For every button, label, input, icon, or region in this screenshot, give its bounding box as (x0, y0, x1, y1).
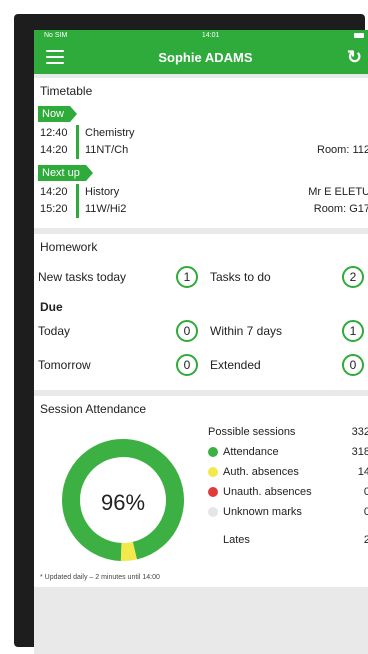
app-screen: No SIM 14:01 Sophie ADAMS ↻ Timetable No… (34, 30, 368, 654)
due-tomorrow-item[interactable]: Tomorrow 0 (38, 354, 204, 376)
attendance-percent: 96% (101, 490, 145, 515)
app-header: Sophie ADAMS ↻ (34, 40, 368, 74)
unknown-legend-dot (208, 507, 218, 517)
due-heading: Due (40, 300, 63, 314)
attendance-value: 318 (351, 446, 368, 458)
attendance-row: Attendance 318 (208, 442, 368, 462)
due-today-item[interactable]: Today 0 (38, 320, 204, 342)
auth-legend-dot (208, 467, 218, 477)
tasks-to-do-count: 2 (342, 266, 364, 288)
attendance-card[interactable]: Session Attendance 96% Possible sessions… (34, 396, 368, 587)
lates-value: 2 (363, 534, 368, 546)
auth-absences-row: Auth. absences 14 (208, 462, 368, 482)
lesson-start-time: 12:40 (40, 127, 68, 139)
homework-title: Homework (40, 240, 98, 254)
due-within-7-days-count: 1 (342, 320, 364, 342)
new-tasks-item[interactable]: New tasks today 1 (38, 266, 204, 288)
lates-row: Lates 2 (208, 530, 368, 550)
due-today-count: 0 (176, 320, 198, 342)
unauth-absences-label: Unauth. absences (223, 486, 312, 498)
new-tasks-count: 1 (176, 266, 198, 288)
timetable-card[interactable]: Timetable Now 12:40 14:20 Chemistry 11NT… (34, 78, 368, 228)
menu-icon[interactable] (46, 50, 64, 64)
lesson-group: 11W/Hi2 (85, 203, 127, 215)
donut-svg: 96% (62, 439, 184, 561)
extended-label: Extended (210, 358, 261, 372)
due-tomorrow-label: Tomorrow (38, 358, 91, 372)
tasks-to-do-item[interactable]: Tasks to do 2 (204, 266, 368, 288)
due-today-label: Today (38, 324, 71, 338)
possible-sessions-row: Possible sessions 332 (208, 422, 368, 442)
unauth-absences-value: 0 (363, 486, 368, 498)
timetable-title: Timetable (40, 84, 93, 98)
carrier-label: No SIM (44, 31, 68, 39)
homework-card[interactable]: Homework New tasks today 1 Tasks to do 2… (34, 234, 368, 390)
student-name: Sophie ADAMS (158, 49, 253, 65)
lesson-indicator (76, 125, 79, 159)
extended-item[interactable]: Extended 0 (204, 354, 368, 376)
current-lesson[interactable]: 12:40 14:20 Chemistry 11NT/Ch Room: 112 (40, 125, 368, 159)
lesson-end-time: 14:20 (40, 144, 68, 156)
auth-absences-value: 14 (357, 466, 368, 478)
unauth-legend-dot (208, 487, 218, 497)
due-tomorrow-count: 0 (176, 354, 198, 376)
unknown-marks-label: Unknown marks (223, 506, 302, 518)
possible-sessions-label: Possible sessions (208, 426, 296, 438)
attendance-stats: Possible sessions 332 Attendance 318 Aut… (208, 422, 368, 572)
due-within-7-days-label: Within 7 days (210, 324, 283, 338)
tasks-to-do-label: Tasks to do (210, 270, 271, 284)
lesson-subject: Chemistry (85, 127, 135, 139)
status-bar: No SIM 14:01 (34, 30, 368, 40)
new-tasks-label: New tasks today (38, 270, 127, 284)
lesson-end-time: 15:20 (40, 203, 68, 215)
lates-label: Lates (223, 534, 250, 546)
battery-icon (354, 32, 364, 38)
auth-absences-label: Auth. absences (223, 466, 299, 478)
attendance-legend-dot (208, 447, 218, 457)
next-lesson[interactable]: 14:20 15:20 History Mr E ELETU 11W/Hi2 R… (40, 184, 368, 218)
extended-count: 0 (342, 354, 364, 376)
lesson-teacher: Mr E ELETU (308, 186, 368, 198)
attendance-title: Session Attendance (40, 402, 147, 416)
lesson-start-time: 14:20 (40, 186, 68, 198)
unknown-marks-value: 0 (363, 506, 368, 518)
lesson-subject: History (85, 186, 120, 198)
unauth-absences-row: Unauth. absences 0 (208, 482, 368, 502)
lesson-room: Room: G17 (313, 203, 368, 215)
possible-sessions-value: 332 (351, 426, 368, 438)
unknown-marks-row: Unknown marks 0 (208, 502, 368, 522)
donut-slice-auth-absences (120, 541, 137, 561)
lesson-indicator (76, 184, 79, 218)
now-badge: Now (38, 106, 78, 122)
device-frame: No SIM 14:01 Sophie ADAMS ↻ Timetable No… (14, 14, 368, 654)
lesson-room: Room: 112 (317, 144, 368, 156)
next-up-badge: Next up (38, 165, 93, 181)
refresh-icon[interactable]: ↻ (347, 47, 362, 68)
due-within-7-days-item[interactable]: Within 7 days 1 (204, 320, 368, 342)
attendance-footnote: * Updated daily – 2 minutes until 14:00 (40, 574, 160, 581)
clock-label: 14:01 (201, 31, 220, 39)
attendance-label: Attendance (223, 446, 279, 458)
lesson-group: 11NT/Ch (85, 144, 129, 156)
attendance-donut-chart: 96% (38, 422, 208, 572)
